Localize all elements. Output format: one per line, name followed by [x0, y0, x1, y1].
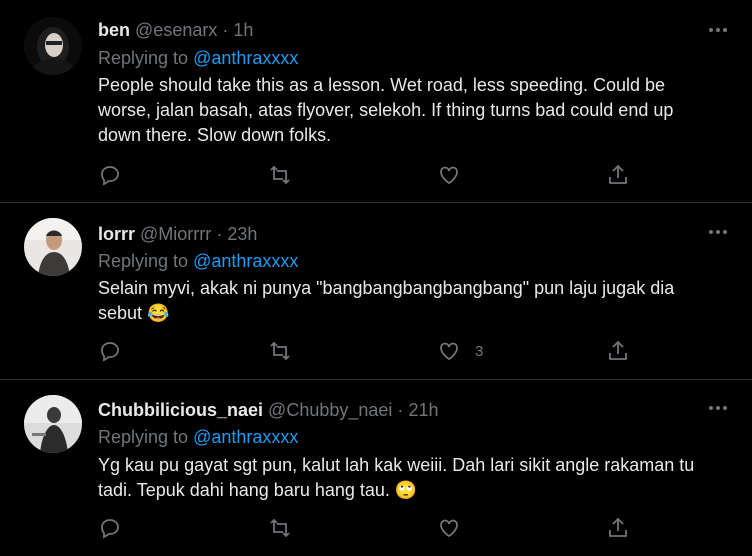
timestamp[interactable]: 23h: [227, 224, 257, 244]
separator: ·: [397, 400, 404, 420]
timestamp[interactable]: 1h: [233, 20, 253, 40]
replying-to: Replying to @anthraxxxx: [98, 251, 298, 272]
replying-prefix: Replying to: [98, 427, 189, 447]
tweet-text: People should take this as a lesson. Wet…: [98, 73, 718, 148]
tweet-3[interactable]: Chubbilicious_naei @Chubby_naei · 21h Re…: [0, 380, 752, 556]
tweet-text-line: tadi. Tepuk dahi hang baru hang tau. 🙄: [98, 480, 418, 500]
more-horizontal-icon[interactable]: [706, 20, 730, 40]
retweet-icon[interactable]: [268, 339, 292, 363]
tweet-text: Selain myvi, akak ni punya "bangbangbang…: [98, 276, 718, 326]
retweet-icon[interactable]: [268, 163, 292, 187]
replying-prefix: Replying to: [98, 251, 189, 271]
share-icon[interactable]: [606, 516, 630, 540]
avatar[interactable]: [24, 218, 82, 276]
tweet-2[interactable]: lorrr @Miorrrr · 23h Replying to @anthra…: [0, 203, 752, 380]
avatar[interactable]: [24, 395, 82, 453]
tweet-header: lorrr @Miorrrr · 23h: [98, 224, 257, 245]
separator: ·: [216, 224, 223, 244]
user-handle[interactable]: @Miorrrr: [140, 224, 211, 244]
tweet-text-line: Selain myvi, akak ni punya "bangbangbang…: [98, 278, 675, 298]
tweet-text-line: sebut 😂: [98, 303, 170, 323]
reply-icon[interactable]: [98, 339, 122, 363]
replying-to: Replying to @anthraxxxx: [98, 48, 298, 69]
display-name[interactable]: Chubbilicious_naei: [98, 400, 263, 420]
mention-link[interactable]: @anthraxxxx: [193, 427, 298, 447]
timestamp[interactable]: 21h: [408, 400, 438, 420]
avatar[interactable]: [24, 17, 82, 75]
action-bar: [0, 163, 752, 187]
more-horizontal-icon[interactable]: [706, 398, 730, 418]
mention-link[interactable]: @anthraxxxx: [193, 251, 298, 271]
heart-icon[interactable]: [437, 163, 461, 187]
action-bar: [0, 516, 752, 540]
more-horizontal-icon[interactable]: [706, 222, 730, 242]
share-icon[interactable]: [606, 163, 630, 187]
like-count: 3: [475, 343, 484, 360]
reply-icon[interactable]: [98, 163, 122, 187]
tweet-text-line: down there. Slow down folks.: [98, 125, 332, 145]
heart-icon[interactable]: [437, 339, 461, 363]
display-name[interactable]: lorrr: [98, 224, 135, 244]
tweet-text-line: Yg kau pu gayat sgt pun, kalut lah kak w…: [98, 455, 695, 475]
mention-link[interactable]: @anthraxxxx: [193, 48, 298, 68]
tweet-text-line: People should take this as a lesson. Wet…: [98, 75, 666, 95]
tweet-header: ben @esenarx · 1h: [98, 20, 253, 41]
separator: ·: [222, 20, 229, 40]
tweet-text-line: worse, jalan basah, atas flyover, seleko…: [98, 100, 674, 120]
tweet-header: Chubbilicious_naei @Chubby_naei · 21h: [98, 400, 438, 421]
heart-icon[interactable]: [437, 516, 461, 540]
user-handle[interactable]: @Chubby_naei: [268, 400, 392, 420]
user-handle[interactable]: @esenarx: [135, 20, 217, 40]
retweet-icon[interactable]: [268, 516, 292, 540]
action-bar: 3: [0, 339, 752, 363]
tweet-text: Yg kau pu gayat sgt pun, kalut lah kak w…: [98, 453, 718, 503]
replying-to: Replying to @anthraxxxx: [98, 427, 298, 448]
share-icon[interactable]: [606, 339, 630, 363]
reply-icon[interactable]: [98, 516, 122, 540]
display-name[interactable]: ben: [98, 20, 130, 40]
replying-prefix: Replying to: [98, 48, 189, 68]
tweet-1[interactable]: ben @esenarx · 1h Replying to @anthraxxx…: [0, 0, 752, 203]
